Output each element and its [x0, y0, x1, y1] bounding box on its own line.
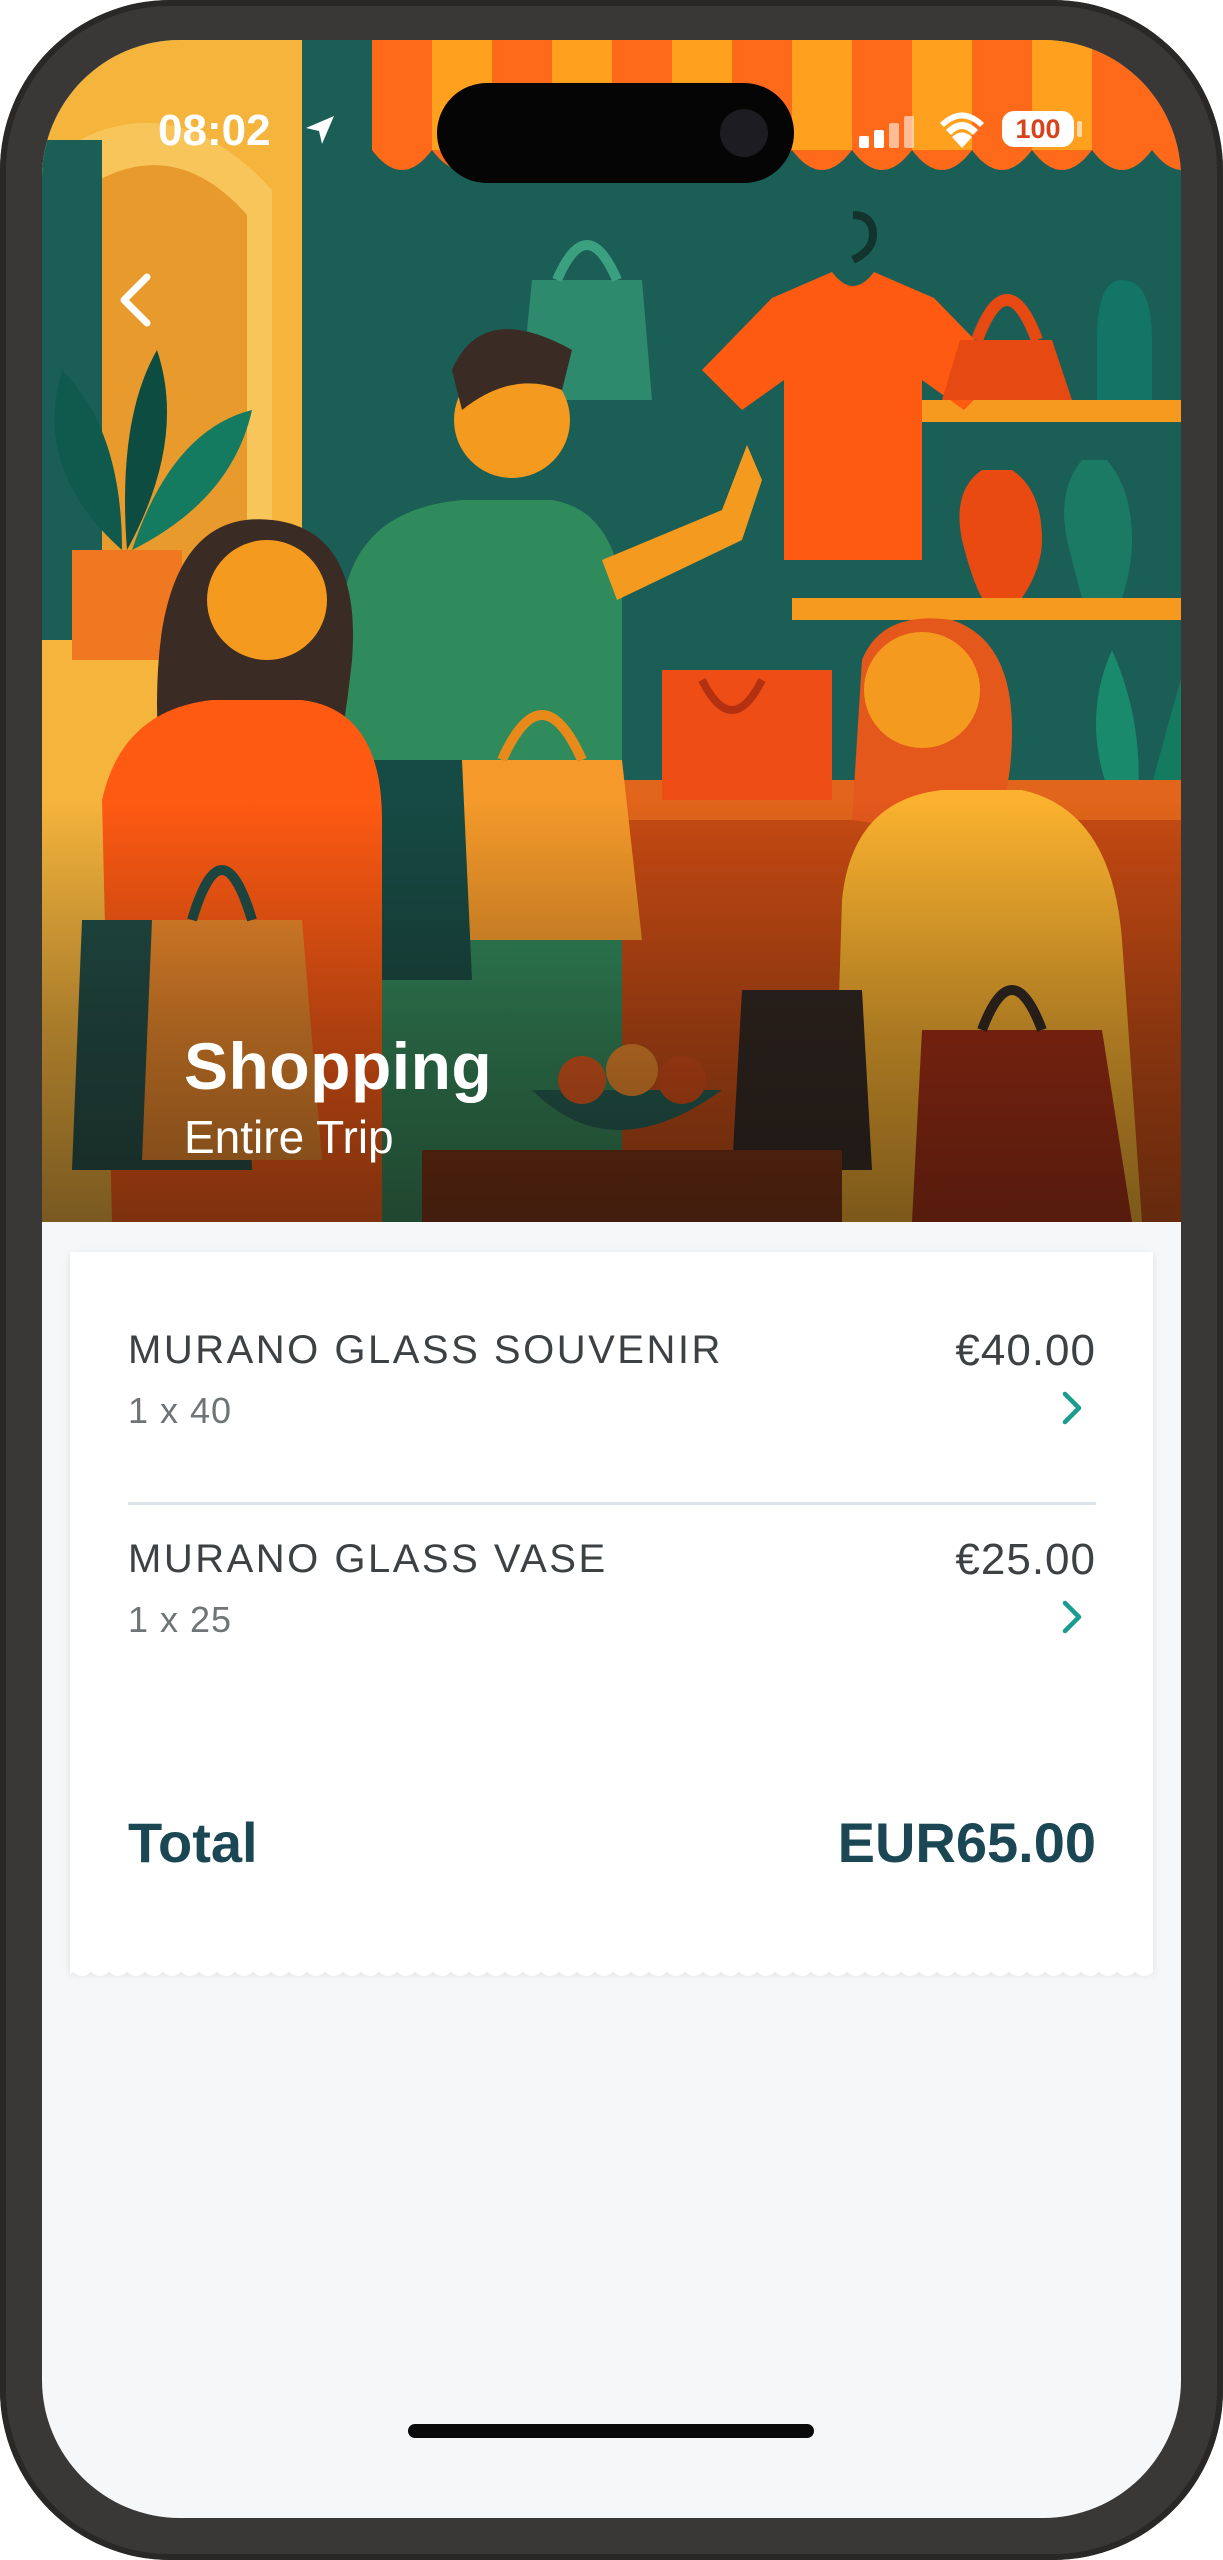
dynamic-island	[437, 83, 794, 183]
item-name: MURANO GLASS VASE	[128, 1537, 608, 1581]
cellular-signal-icon	[859, 116, 914, 148]
item-quantity: 1 x 40	[128, 1390, 233, 1431]
item-quantity: 1 x 25	[128, 1599, 233, 1640]
camera-icon	[720, 109, 768, 157]
phone-frame: Shopping Entire Trip 08:02 100 MURANO GL…	[0, 0, 1223, 2560]
receipt-card: MURANO GLASS SOUVENIR 1 x 40 €40.00 MURA…	[70, 1252, 1153, 1972]
page-subtitle: Entire Trip	[184, 1111, 394, 1163]
location-arrow-icon	[306, 116, 334, 144]
chevron-right-icon[interactable]	[1056, 1388, 1088, 1428]
chevron-left-icon	[120, 273, 151, 327]
battery-icon: 100	[1002, 111, 1074, 147]
battery-tip	[1077, 121, 1082, 137]
list-item[interactable]: MURANO GLASS SOUVENIR 1 x 40 €40.00	[128, 1290, 1096, 1450]
chevron-right-icon[interactable]	[1056, 1597, 1088, 1637]
total-label: Total	[128, 1811, 258, 1874]
status-time: 08:02	[158, 106, 271, 155]
list-item[interactable]: MURANO GLASS VASE 1 x 25 €25.00	[128, 1499, 1096, 1659]
total-value: EUR65.00	[837, 1811, 1096, 1874]
wifi-icon	[940, 112, 984, 148]
page-title: Shopping	[184, 1029, 493, 1103]
receipt-torn-edge	[70, 1964, 1153, 1976]
item-name: MURANO GLASS SOUVENIR	[128, 1328, 723, 1372]
home-indicator[interactable]	[408, 2424, 814, 2438]
item-price: €40.00	[955, 1326, 1096, 1375]
back-button[interactable]	[92, 255, 182, 345]
item-price: €25.00	[955, 1535, 1096, 1584]
hero-illustration: Shopping Entire Trip	[42, 40, 1181, 1222]
app-screen: Shopping Entire Trip 08:02 100 MURANO GL…	[42, 40, 1181, 2518]
